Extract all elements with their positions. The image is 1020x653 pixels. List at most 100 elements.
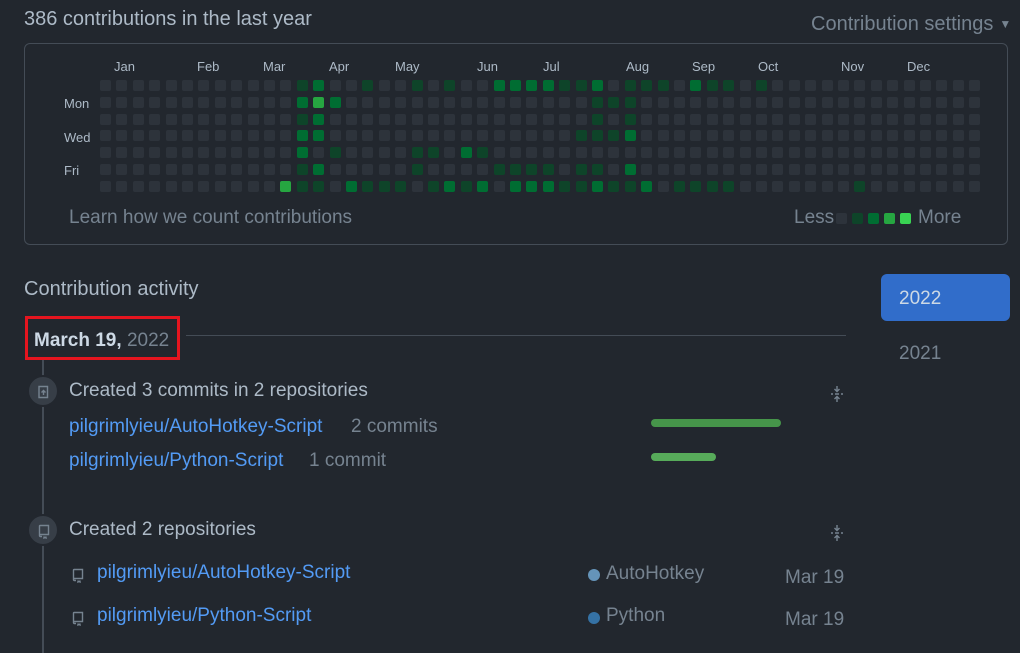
contribution-day-cell[interactable] [248,114,259,125]
contribution-day-cell[interactable] [871,114,882,125]
contribution-day-cell[interactable] [822,114,833,125]
contribution-day-cell[interactable] [904,164,915,175]
contribution-day-cell[interactable] [608,80,619,91]
contribution-day-cell[interactable] [330,97,341,108]
contribution-day-cell[interactable] [920,164,931,175]
contribution-day-cell[interactable] [690,181,701,192]
contribution-day-cell[interactable] [166,130,177,141]
contribution-day-cell[interactable] [166,181,177,192]
contribution-day-cell[interactable] [805,97,816,108]
contribution-day-cell[interactable] [690,97,701,108]
contribution-day-cell[interactable] [149,97,160,108]
fold-icon[interactable] [829,524,845,547]
contribution-day-cell[interactable] [674,164,685,175]
contribution-day-cell[interactable] [428,130,439,141]
contribution-day-cell[interactable] [756,164,767,175]
contribution-day-cell[interactable] [264,97,275,108]
contribution-day-cell[interactable] [182,114,193,125]
contribution-day-cell[interactable] [182,97,193,108]
contribution-day-cell[interactable] [789,114,800,125]
contribution-day-cell[interactable] [772,97,783,108]
contribution-day-cell[interactable] [953,130,964,141]
contribution-day-cell[interactable] [461,114,472,125]
contribution-day-cell[interactable] [789,164,800,175]
contribution-day-cell[interactable] [477,97,488,108]
contribution-day-cell[interactable] [198,97,209,108]
contribution-day-cell[interactable] [198,80,209,91]
contribution-day-cell[interactable] [625,97,636,108]
contribution-day-cell[interactable] [133,97,144,108]
contribution-day-cell[interactable] [887,80,898,91]
contribution-day-cell[interactable] [789,80,800,91]
contribution-day-cell[interactable] [707,80,718,91]
contribution-day-cell[interactable] [444,147,455,158]
contribution-day-cell[interactable] [576,181,587,192]
contribution-day-cell[interactable] [116,147,127,158]
contribution-day-cell[interactable] [608,147,619,158]
contribution-day-cell[interactable] [395,97,406,108]
contribution-day-cell[interactable] [428,80,439,91]
contribution-day-cell[interactable] [543,80,554,91]
contribution-day-cell[interactable] [756,147,767,158]
contribution-day-cell[interactable] [248,181,259,192]
contribution-day-cell[interactable] [461,147,472,158]
contribution-day-cell[interactable] [608,164,619,175]
contribution-day-cell[interactable] [412,97,423,108]
contribution-day-cell[interactable] [526,164,537,175]
contribution-day-cell[interactable] [330,80,341,91]
contribution-day-cell[interactable] [936,114,947,125]
contribution-day-cell[interactable] [592,147,603,158]
contribution-day-cell[interactable] [936,147,947,158]
contribution-day-cell[interactable] [740,164,751,175]
contribution-day-cell[interactable] [690,80,701,91]
commit-count-link[interactable]: 2 commits [351,416,438,438]
contribution-day-cell[interactable] [477,114,488,125]
contribution-day-cell[interactable] [969,114,980,125]
contribution-day-cell[interactable] [248,97,259,108]
contribution-day-cell[interactable] [215,147,226,158]
contribution-day-cell[interactable] [149,181,160,192]
contribution-day-cell[interactable] [559,114,570,125]
contribution-day-cell[interactable] [740,114,751,125]
contribution-day-cell[interactable] [477,80,488,91]
contribution-day-cell[interactable] [674,147,685,158]
contribution-day-cell[interactable] [920,147,931,158]
contribution-day-cell[interactable] [379,164,390,175]
contribution-day-cell[interactable] [280,181,291,192]
contribution-day-cell[interactable] [116,181,127,192]
contribution-day-cell[interactable] [231,97,242,108]
contribution-day-cell[interactable] [231,130,242,141]
contribution-day-cell[interactable] [428,147,439,158]
contribution-day-cell[interactable] [362,130,373,141]
contribution-day-cell[interactable] [953,114,964,125]
contribution-day-cell[interactable] [936,97,947,108]
contribution-day-cell[interactable] [297,130,308,141]
contribution-day-cell[interactable] [969,80,980,91]
contribution-day-cell[interactable] [510,97,521,108]
contribution-day-cell[interactable] [182,147,193,158]
contribution-day-cell[interactable] [133,147,144,158]
contribution-day-cell[interactable] [936,164,947,175]
contribution-day-cell[interactable] [494,164,505,175]
contribution-day-cell[interactable] [412,80,423,91]
contribution-day-cell[interactable] [559,164,570,175]
contribution-day-cell[interactable] [822,164,833,175]
contribution-day-cell[interactable] [280,80,291,91]
fold-icon[interactable] [829,385,845,408]
contribution-day-cell[interactable] [904,181,915,192]
contribution-day-cell[interactable] [936,130,947,141]
contribution-day-cell[interactable] [543,164,554,175]
contribution-day-cell[interactable] [346,181,357,192]
contribution-day-cell[interactable] [379,181,390,192]
contribution-day-cell[interactable] [264,80,275,91]
contribution-day-cell[interactable] [412,164,423,175]
contribution-day-cell[interactable] [543,147,554,158]
contribution-day-cell[interactable] [838,147,849,158]
contribution-day-cell[interactable] [248,130,259,141]
contribution-day-cell[interactable] [904,114,915,125]
contribution-day-cell[interactable] [756,130,767,141]
contribution-day-cell[interactable] [166,114,177,125]
contribution-day-cell[interactable] [559,130,570,141]
contribution-day-cell[interactable] [362,181,373,192]
contribution-day-cell[interactable] [149,147,160,158]
